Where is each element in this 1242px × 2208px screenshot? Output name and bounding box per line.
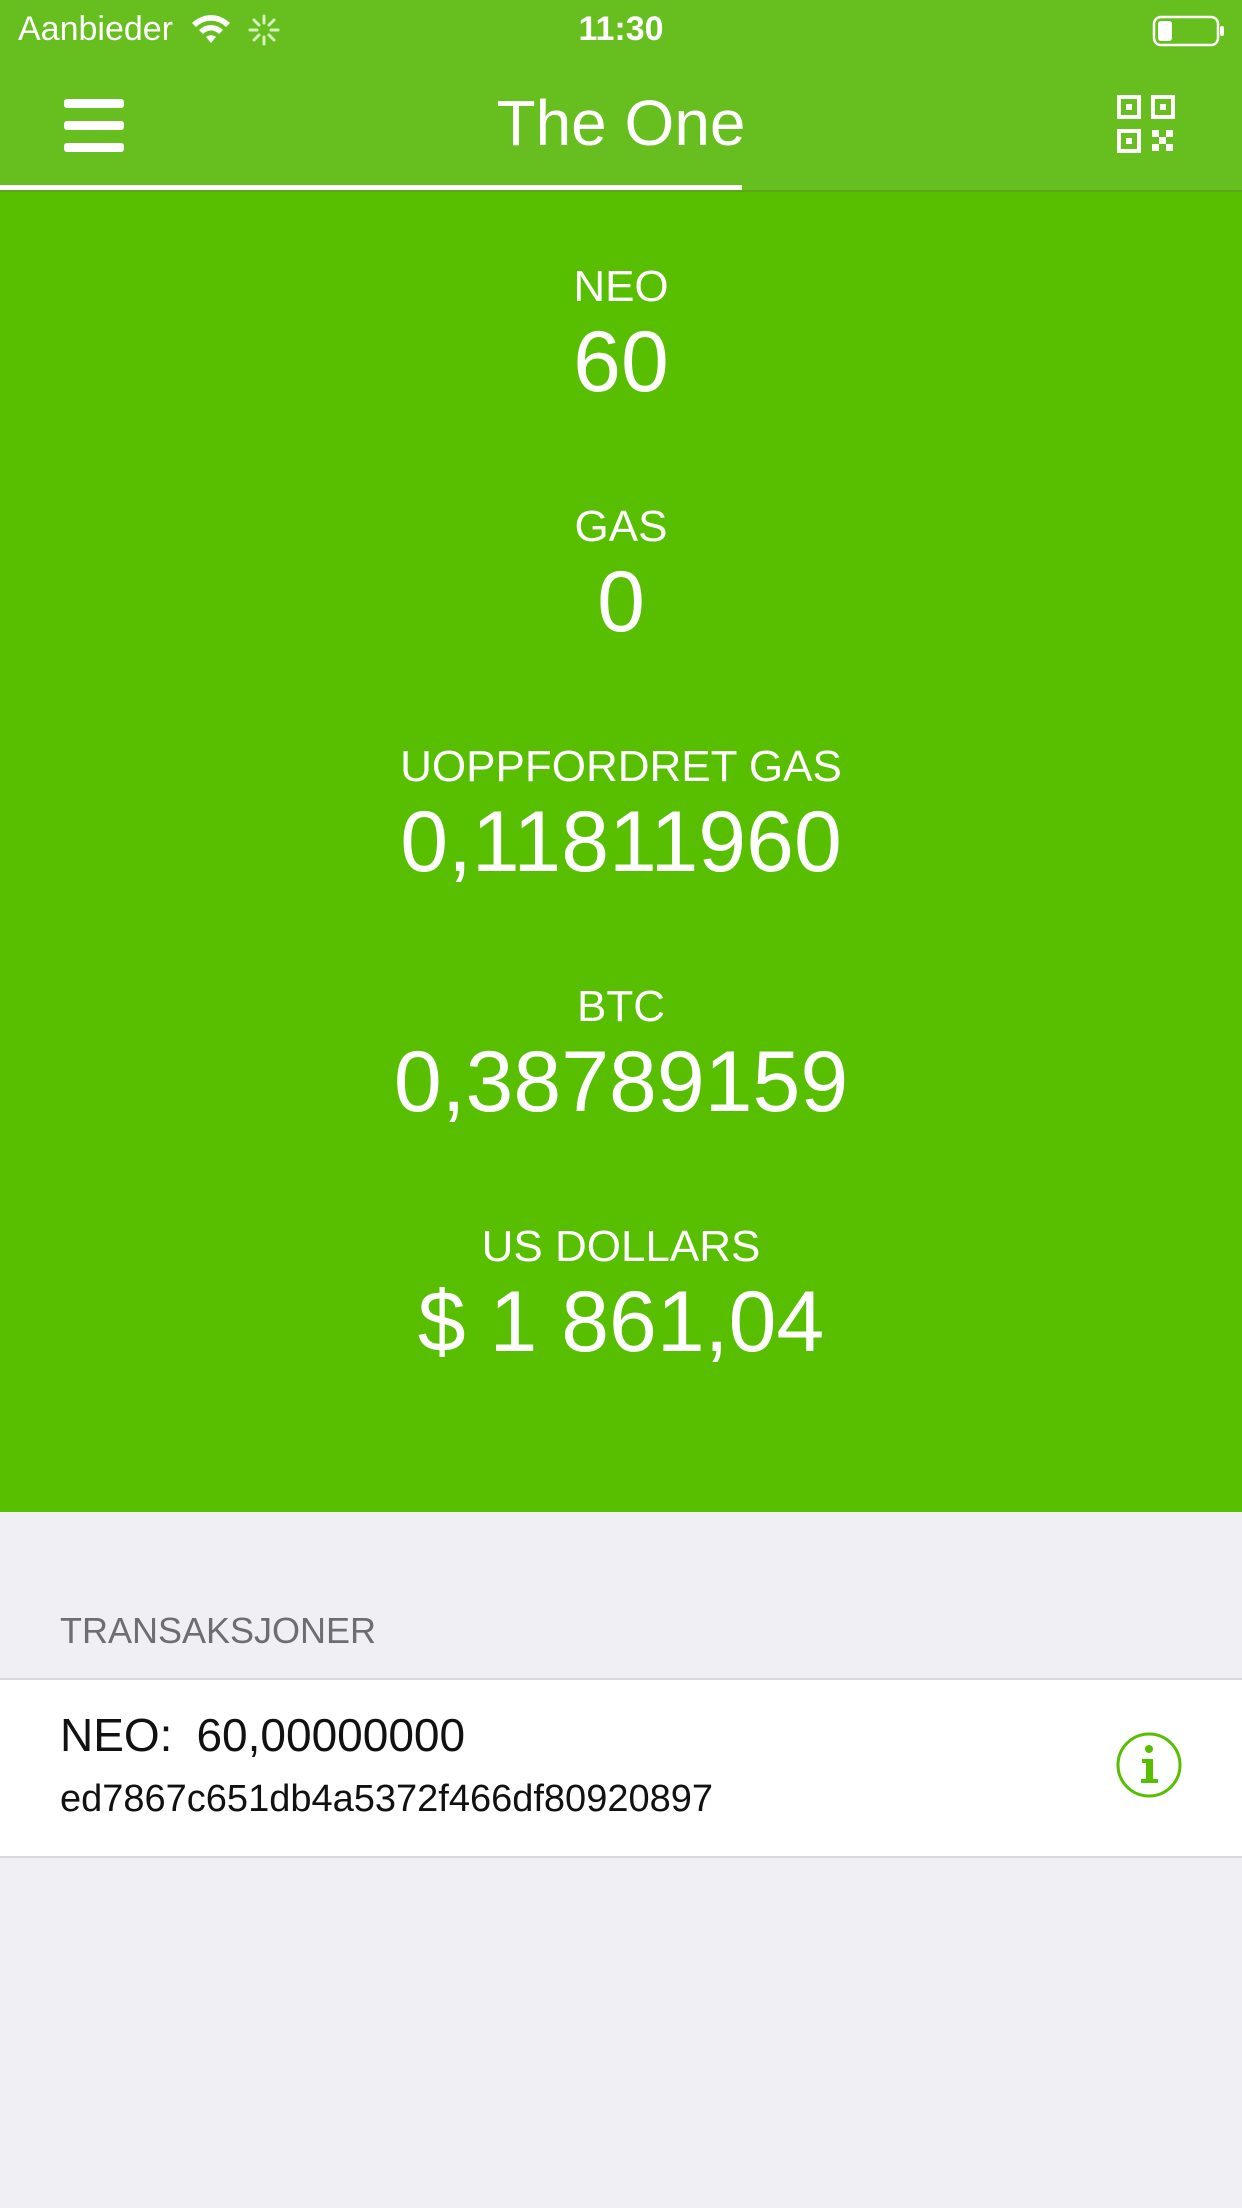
balance-label: GAS bbox=[574, 502, 668, 551]
navigation-bar: The One bbox=[0, 60, 1242, 192]
balance-unclaimed-gas: UOPPFORDRET GAS 0,11811960 bbox=[0, 742, 1242, 892]
balance-label: UOPPFORDRET GAS bbox=[400, 742, 842, 791]
balance-label: BTC bbox=[577, 982, 665, 1031]
balance-value: 60 bbox=[573, 314, 669, 410]
transactions-header: TRANSAKSJONER bbox=[60, 1610, 377, 1651]
balance-gas: GAS 0 bbox=[0, 502, 1242, 652]
transaction-row[interactable]: NEO: 60,00000000 ed7867c651db4a5372f466df… bbox=[0, 1678, 1242, 1858]
status-time: 11:30 bbox=[578, 10, 664, 48]
status-bar: Aanbieder 11:30 bbox=[0, 0, 1242, 60]
balance-value: 0,38789159 bbox=[393, 1034, 849, 1130]
balance-usd: US DOLLARS $ 1 861,04 bbox=[0, 1222, 1242, 1372]
transaction-amount: 60,00000000 bbox=[196, 1709, 466, 1761]
transaction-summary: NEO: 60,00000000 bbox=[60, 1708, 465, 1762]
page-title: The One bbox=[496, 87, 746, 159]
balance-value: 0 bbox=[597, 554, 645, 650]
info-icon[interactable] bbox=[1114, 1730, 1184, 1800]
qr-code-icon[interactable] bbox=[1116, 94, 1176, 154]
balance-label: NEO bbox=[573, 262, 669, 311]
transaction-asset: NEO: bbox=[60, 1709, 173, 1761]
balance-value: $ 1 861,04 bbox=[417, 1274, 825, 1370]
transaction-hash: ed7867c651db4a5372f466df80920897 bbox=[60, 1778, 713, 1820]
balance-neo: NEO 60 bbox=[0, 262, 1242, 412]
battery-icon bbox=[1152, 15, 1224, 47]
loading-progress-line bbox=[0, 185, 742, 190]
balances-panel: NEO 60 GAS 0 UOPPFORDRET GAS 0,11811960 … bbox=[0, 192, 1242, 1512]
balance-btc: BTC 0,38789159 bbox=[0, 982, 1242, 1132]
balance-value: 0,11811960 bbox=[400, 794, 842, 890]
balance-label: US DOLLARS bbox=[481, 1222, 761, 1271]
